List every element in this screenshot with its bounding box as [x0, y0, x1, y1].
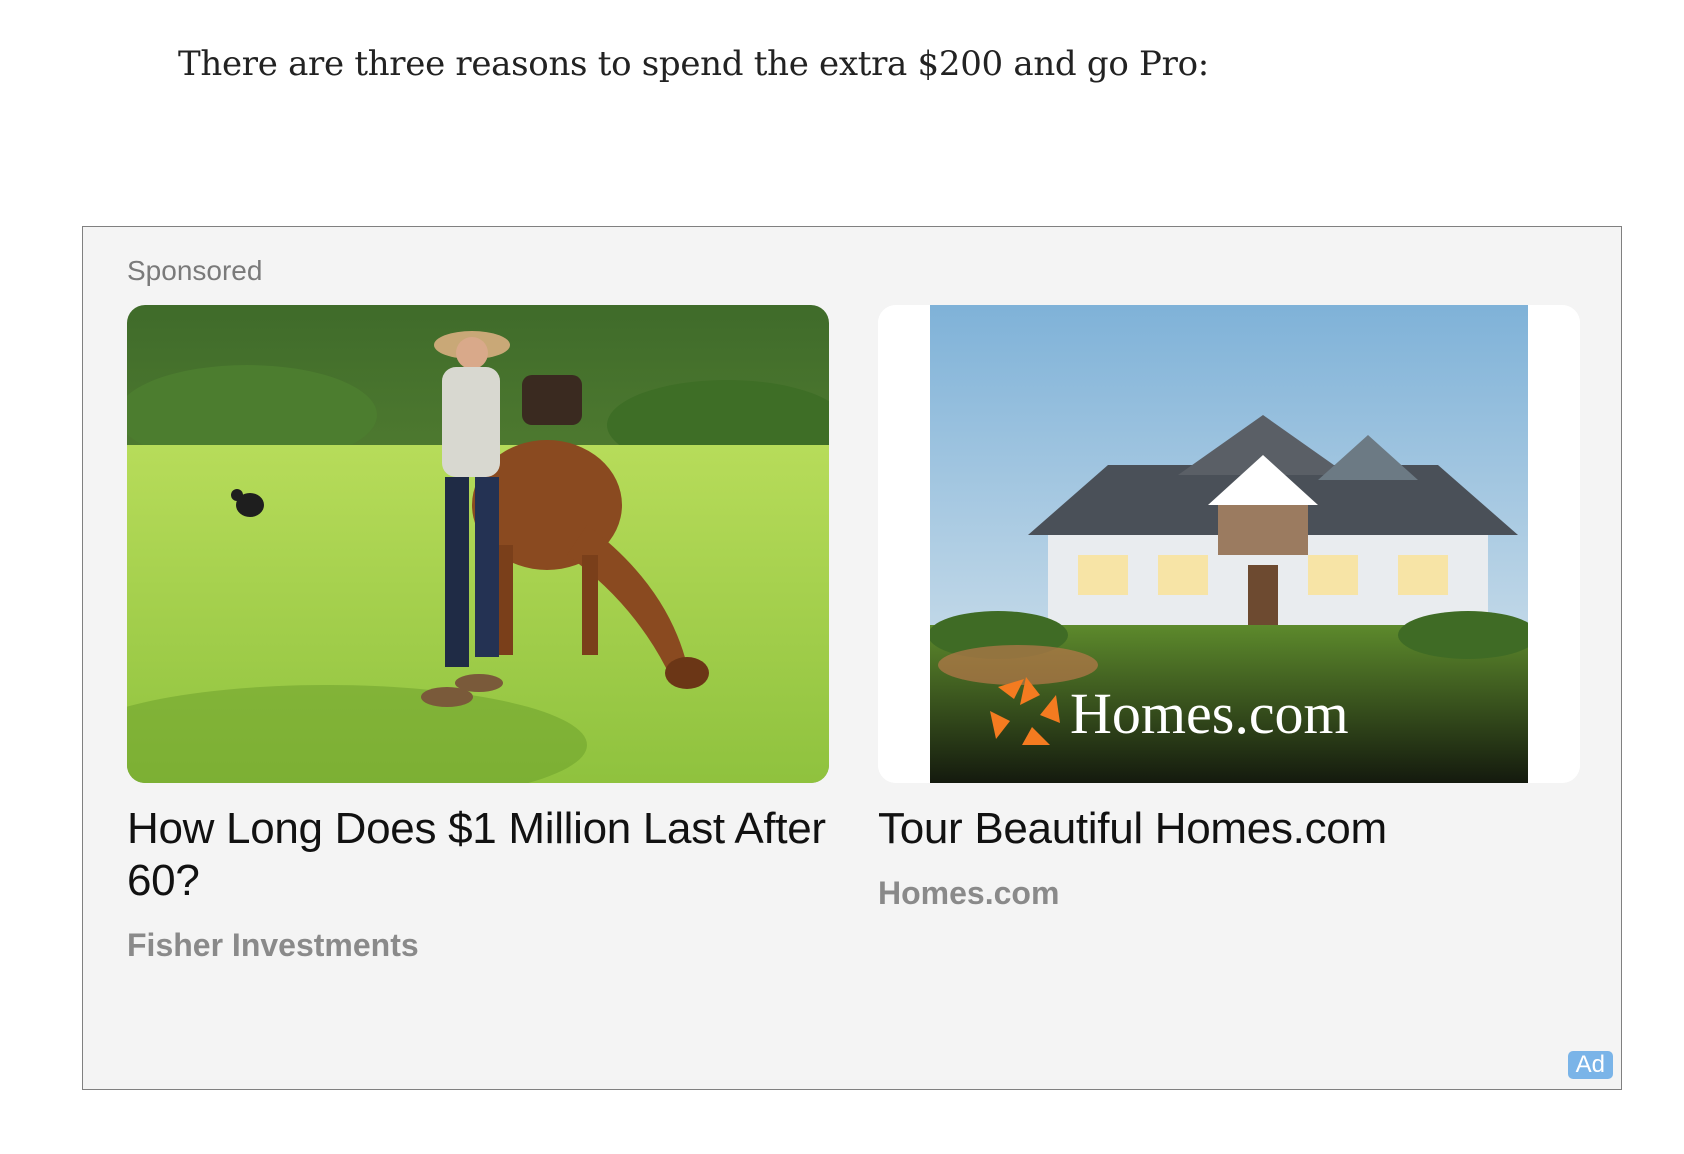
ad-advertiser-name[interactable]: Fisher Investments — [127, 927, 829, 964]
ad-headline[interactable]: Tour Beautiful Homes.com — [878, 803, 1580, 855]
ad-advertiser-name[interactable]: Homes.com — [878, 875, 1580, 912]
sponsored-label: Sponsored — [127, 255, 263, 286]
sponsored-ad-unit: Sponsored How Long Does $1 Million Last … — [82, 226, 1622, 1090]
ad-card-homes-com[interactable]: Homes.com Tour Beautiful Homes.com Homes… — [878, 305, 1580, 912]
ad-choices-badge[interactable]: Ad — [1567, 1051, 1613, 1079]
meadow-horse-illustration — [127, 305, 829, 783]
ad-card-fisher-investments[interactable]: How Long Does $1 Million Last After 60? … — [127, 305, 829, 964]
article-paragraph: There are three reasons to spend the ext… — [178, 44, 1209, 84]
ad-image-man-with-horse[interactable] — [127, 305, 829, 783]
ad-image-house[interactable]: Homes.com — [878, 305, 1580, 783]
ad-headline[interactable]: How Long Does $1 Million Last After 60? — [127, 803, 829, 907]
homes-logo-text: Homes.com — [1070, 681, 1349, 746]
house-illustration: Homes.com — [878, 305, 1580, 783]
